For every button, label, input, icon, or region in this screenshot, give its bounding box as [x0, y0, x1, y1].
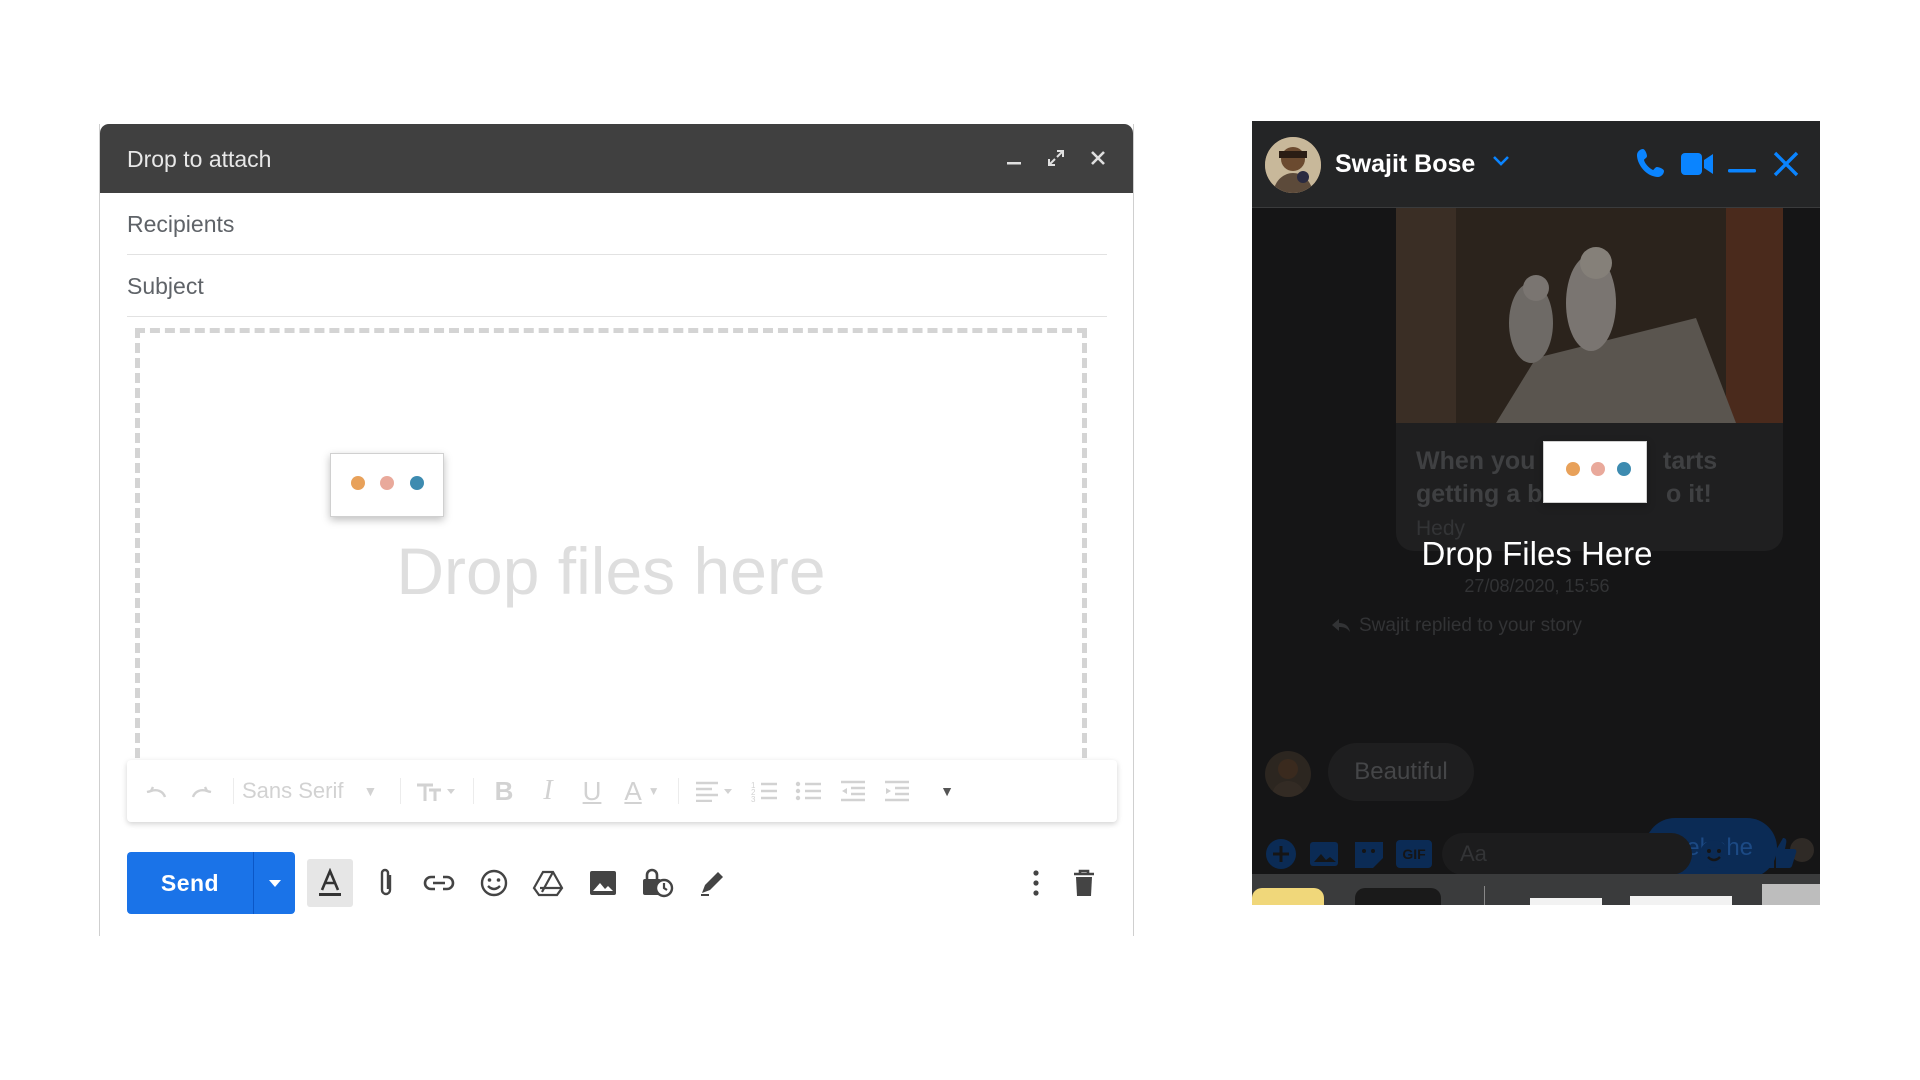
formatting-toolbar: Sans Serif ▼ B I U A ▼ 123 ▼ — [127, 760, 1117, 822]
taskbar-thumbnail[interactable] — [1762, 884, 1820, 905]
chat-header[interactable]: Swajit Bose — [1252, 121, 1820, 208]
confidential-icon[interactable] — [634, 859, 680, 907]
underline-icon[interactable]: U — [570, 771, 614, 811]
font-family-label: Sans Serif — [242, 778, 344, 803]
photo-icon[interactable] — [1308, 838, 1342, 875]
like-icon[interactable] — [1764, 836, 1798, 875]
compose-window: Drop to attach Recipients Subject Drop f… — [99, 124, 1134, 936]
text-color-icon[interactable]: A ▼ — [614, 771, 670, 811]
recipients-field[interactable]: Recipients — [127, 194, 1107, 255]
align-icon[interactable] — [687, 771, 743, 811]
link-icon[interactable] — [416, 859, 462, 907]
chat-body: When you tarts getting a b o it! Hedy Dr… — [1252, 208, 1820, 878]
undo-icon[interactable] — [133, 771, 179, 811]
indent-less-icon[interactable] — [831, 771, 875, 811]
close-icon[interactable] — [1773, 151, 1799, 182]
recipients-placeholder: Recipients — [127, 210, 235, 237]
taskbar-strip — [1252, 874, 1820, 905]
compose-header[interactable]: Drop to attach — [100, 124, 1133, 193]
message-input[interactable]: Aa — [1442, 833, 1692, 875]
font-family-select[interactable]: Sans Serif ▼ — [242, 771, 392, 811]
story-reply-note: Swajit replied to your story — [1331, 615, 1582, 637]
send-button[interactable]: Send — [127, 852, 253, 914]
numbered-list-icon[interactable]: 123 — [743, 771, 787, 811]
taskbar-thumbnail[interactable] — [1530, 898, 1602, 905]
story-caption-line1-end: tarts — [1663, 447, 1718, 475]
subject-field[interactable]: Subject — [127, 256, 1107, 317]
photo-icon[interactable] — [580, 859, 626, 907]
message-timestamp: 27/08/2020, 15:56 — [1464, 576, 1610, 596]
drop-files-text: Drop files here — [396, 534, 826, 608]
bold-icon[interactable]: B — [482, 771, 526, 811]
send-options-button[interactable] — [253, 852, 295, 914]
formatting-options-icon[interactable] — [307, 859, 353, 907]
chevron-down-icon: ▼ — [363, 783, 378, 799]
dragged-file-thumbnail[interactable] — [1543, 441, 1647, 503]
taskbar-divider — [1484, 886, 1485, 905]
reply-icon — [1332, 619, 1350, 632]
minimize-icon[interactable] — [998, 142, 1030, 174]
story-caption-line2-end: o it! — [1666, 480, 1712, 508]
drop-zone[interactable]: Drop files here — [135, 328, 1087, 818]
indent-more-icon[interactable] — [875, 771, 919, 811]
chevron-down-icon[interactable] — [1492, 154, 1510, 173]
emoji-icon[interactable] — [1698, 838, 1730, 875]
avatar[interactable] — [1265, 137, 1321, 193]
fullscreen-icon[interactable] — [1040, 142, 1072, 174]
contact-name[interactable]: Swajit Bose — [1335, 150, 1475, 179]
more-formatting-icon[interactable]: ▼ — [927, 771, 967, 811]
text-size-icon[interactable] — [409, 771, 465, 811]
phone-icon[interactable] — [1636, 147, 1666, 184]
close-icon[interactable] — [1082, 142, 1114, 174]
gif-icon[interactable]: GIF — [1396, 840, 1432, 868]
taskbar-thumbnail[interactable] — [1630, 896, 1732, 905]
svg-text:3: 3 — [751, 795, 756, 802]
message-bubble-received[interactable]: Beautiful — [1328, 743, 1474, 801]
emoji-icon[interactable] — [471, 859, 517, 907]
drop-files-label: Drop Files Here — [1421, 535, 1653, 572]
compose-title: Drop to attach — [127, 146, 272, 172]
story-caption-line2: getting a b — [1416, 480, 1543, 508]
attach-icon[interactable] — [363, 859, 409, 907]
italic-icon[interactable]: I — [526, 771, 570, 811]
avatar — [1265, 751, 1311, 797]
dragged-file-thumbnail[interactable] — [330, 453, 444, 517]
drive-icon[interactable] — [525, 859, 571, 907]
story-video[interactable] — [1396, 208, 1783, 423]
subject-placeholder: Subject — [127, 272, 204, 299]
signature-icon[interactable] — [689, 859, 735, 907]
taskbar-thumbnail[interactable] — [1252, 888, 1324, 905]
taskbar-thumbnail[interactable] — [1355, 888, 1441, 905]
redo-icon[interactable] — [179, 771, 225, 811]
minimize-icon[interactable] — [1728, 161, 1756, 179]
messenger-chat-window: Swajit Bose When you tarts getting a b o… — [1252, 121, 1820, 905]
discard-icon[interactable] — [1061, 859, 1107, 907]
story-caption-line1: When you — [1416, 447, 1536, 475]
story-reply-note-text: Swajit replied to your story — [1359, 615, 1582, 636]
video-call-icon[interactable] — [1680, 151, 1714, 182]
bulleted-list-icon[interactable] — [787, 771, 831, 811]
more-options-icon[interactable] — [1013, 859, 1059, 907]
plus-icon[interactable] — [1264, 837, 1298, 876]
sticker-icon[interactable] — [1352, 838, 1386, 875]
message-input-placeholder: Aa — [1460, 841, 1487, 866]
